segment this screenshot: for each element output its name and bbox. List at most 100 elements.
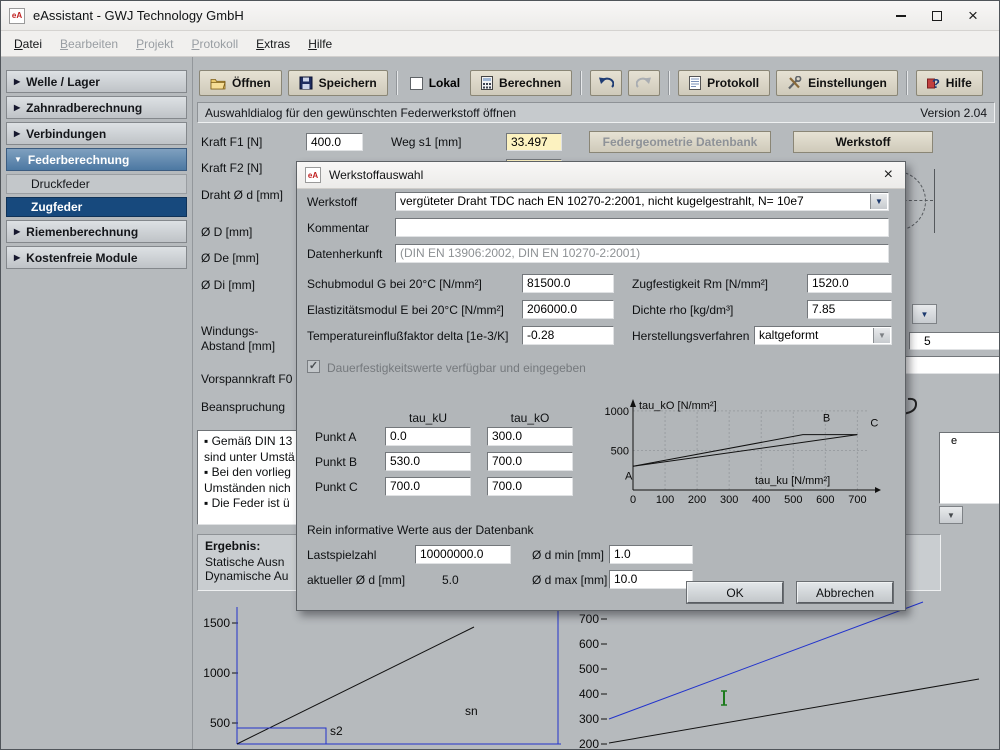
menu-bearbeiten[interactable]: Bearbeiten	[51, 33, 127, 55]
sidebar-item-zahnradberechnung[interactable]: ▶ Zahnradberechnung	[6, 96, 187, 119]
svg-text:100: 100	[656, 494, 674, 506]
d-min-field[interactable]: 1.0	[609, 545, 693, 564]
sidebar-item-federberechnung[interactable]: ▼Federberechnung	[6, 148, 187, 171]
sidebar-item-label: Zahnradberechnung	[26, 101, 142, 115]
window-titlebar[interactable]: eA eAssistant - GWJ Technology GmbH ×	[1, 1, 999, 31]
svg-text:500: 500	[210, 716, 230, 730]
dauerfestigkeit-chart: 01002003004005006007005001000tau_kO [N/m…	[597, 395, 889, 519]
svg-text:500: 500	[611, 445, 629, 457]
svg-text:200: 200	[688, 494, 706, 506]
kraft-f2-label: Kraft F2 [N]	[201, 161, 262, 175]
open-button[interactable]: Öffnen	[199, 70, 282, 96]
empty-field-fragment[interactable]	[894, 356, 999, 374]
sidebar-item-druckfeder[interactable]: Druckfeder	[6, 174, 187, 194]
punkt-b-tau-ku-input[interactable]: 530.0	[385, 452, 471, 471]
dialog-title: Werkstoffauswahl	[329, 168, 880, 182]
dialog-close-button[interactable]: ×	[880, 166, 897, 184]
sidebar-item-riemenberechnung[interactable]: ▶Riemenberechnung	[6, 220, 187, 243]
svg-text:1500: 1500	[203, 616, 230, 630]
federgeometrie-datenbank-button[interactable]: Federgeometrie Datenbank	[589, 131, 771, 153]
dropdown-fragment[interactable]: ▼	[939, 506, 963, 524]
svg-text:1000: 1000	[605, 406, 629, 418]
sidebar-item-verbindungen[interactable]: ▶Verbindungen	[6, 122, 187, 145]
help-button[interactable]: ? Hilfe	[916, 70, 983, 96]
punkt-a-tau-ku-input[interactable]: 0.0	[385, 427, 471, 446]
tempfaktor-input[interactable]: -0.28	[522, 326, 614, 345]
dauerfestigkeit-checkbox[interactable]: ✓	[307, 360, 320, 373]
help-label: Hilfe	[946, 76, 972, 90]
svg-text:700: 700	[848, 494, 866, 506]
toolbar-separator	[396, 71, 398, 95]
calculate-button[interactable]: Berechnen	[470, 70, 572, 96]
punkt-a-tau-ko-input[interactable]: 300.0	[487, 427, 573, 446]
punkt-c-tau-ko-input[interactable]: 700.0	[487, 477, 573, 496]
chevron-down-icon: ▼	[873, 328, 890, 343]
weg-s1-input[interactable]: 33.497	[506, 133, 562, 151]
sidebar-item-label: Federberechnung	[28, 153, 129, 167]
folder-open-icon	[210, 77, 226, 90]
menu-protokoll[interactable]: Protokoll	[182, 33, 247, 55]
punkt-b-tau-ko-input[interactable]: 700.0	[487, 452, 573, 471]
maximize-button[interactable]	[919, 4, 955, 28]
local-checkbox[interactable]: Lokal	[406, 76, 464, 90]
sidebar-item-zugfeder[interactable]: Zugfeder	[6, 197, 187, 217]
werkstoff-select[interactable]: vergüteter Draht TDC nach EN 10270-2:200…	[395, 192, 889, 211]
protocol-button[interactable]: Protokoll	[678, 70, 770, 96]
save-button[interactable]: Speichern	[288, 70, 388, 96]
zugfestigkeit-input[interactable]: 1520.0	[807, 274, 892, 293]
sidebar-item-kostenfreie-module[interactable]: ▶Kostenfreie Module	[6, 246, 187, 269]
menu-hilfe[interactable]: Hilfe	[299, 33, 341, 55]
svg-text:B: B	[823, 413, 830, 425]
lastspielzahl-field[interactable]: 10000000.0	[415, 545, 511, 564]
aktueller-d-label: aktueller Ø d [mm]	[307, 573, 405, 587]
sidebar-item-welle-lager[interactable]: ▶Welle / Lager	[6, 70, 187, 93]
chevron-right-icon: ▶	[14, 103, 20, 112]
document-icon	[689, 76, 701, 90]
punkt-c-tau-ku-input[interactable]: 700.0	[385, 477, 471, 496]
tempfaktor-label: Temperatureinflußfaktor delta [1e-3/K]	[307, 329, 508, 343]
d-max-field[interactable]: 10.0	[609, 570, 693, 589]
tau-ko-column-header: tau_kO	[487, 411, 573, 425]
svg-text:sn: sn	[465, 704, 478, 718]
protocol-label: Protokoll	[707, 76, 759, 90]
undo-button[interactable]	[590, 70, 622, 96]
chevron-right-icon: ▶	[14, 227, 20, 236]
checkbox-icon[interactable]	[410, 77, 423, 90]
spring-side-edge	[934, 169, 935, 233]
statusbar: Auswahldialog für den gewünschten Federw…	[197, 102, 995, 123]
calculate-label: Berechnen	[499, 76, 561, 90]
emodul-input[interactable]: 206000.0	[522, 300, 614, 319]
cancel-button[interactable]: Abbrechen	[797, 582, 893, 603]
schubmodul-input[interactable]: 81500.0	[522, 274, 614, 293]
kommentar-input[interactable]	[395, 218, 889, 237]
undo-icon	[598, 77, 614, 89]
menu-datei[interactable]: Datei	[5, 33, 51, 55]
dichte-input[interactable]: 7.85	[807, 300, 892, 319]
dropdown-fragment[interactable]: ▼	[912, 304, 937, 324]
maximize-icon	[932, 11, 942, 21]
zugfestigkeit-label: Zugfestigkeit Rm [N/mm²]	[632, 277, 768, 291]
dialog-titlebar[interactable]: eA Werkstoffauswahl ×	[297, 162, 905, 189]
chevron-down-icon[interactable]: ▼	[870, 194, 887, 209]
minimize-button[interactable]	[883, 4, 919, 28]
herstellung-select[interactable]: kaltgeformt ▼	[754, 326, 892, 345]
ok-button[interactable]: OK	[687, 582, 783, 603]
close-button[interactable]: ×	[955, 4, 991, 28]
menu-projekt[interactable]: Projekt	[127, 33, 182, 55]
kraft-f1-input[interactable]: 400.0	[306, 133, 363, 151]
app-window: eA eAssistant - GWJ Technology GmbH × Da…	[0, 0, 1000, 750]
spannungsverlauf-chart: 200300400500600700	[571, 601, 999, 749]
werkstoff-button[interactable]: Werkstoff	[793, 131, 933, 153]
menu-extras[interactable]: Extras	[247, 33, 299, 55]
werkstoffauswahl-dialog: eA Werkstoffauswahl × Werkstoff vergütet…	[296, 161, 906, 611]
svg-text:C: C	[870, 418, 878, 430]
value-field-fragment[interactable]: 5	[909, 332, 999, 350]
main-area: Öffnen Speichern Lokal Berechnen	[193, 57, 999, 749]
redo-button[interactable]	[628, 70, 660, 96]
app-logo-icon: eA	[9, 8, 25, 24]
minimize-icon	[896, 15, 906, 17]
toolbar-separator	[668, 71, 670, 95]
svg-text:200: 200	[579, 737, 599, 749]
settings-button[interactable]: Einstellungen	[776, 70, 898, 96]
toolbar-separator	[906, 71, 908, 95]
